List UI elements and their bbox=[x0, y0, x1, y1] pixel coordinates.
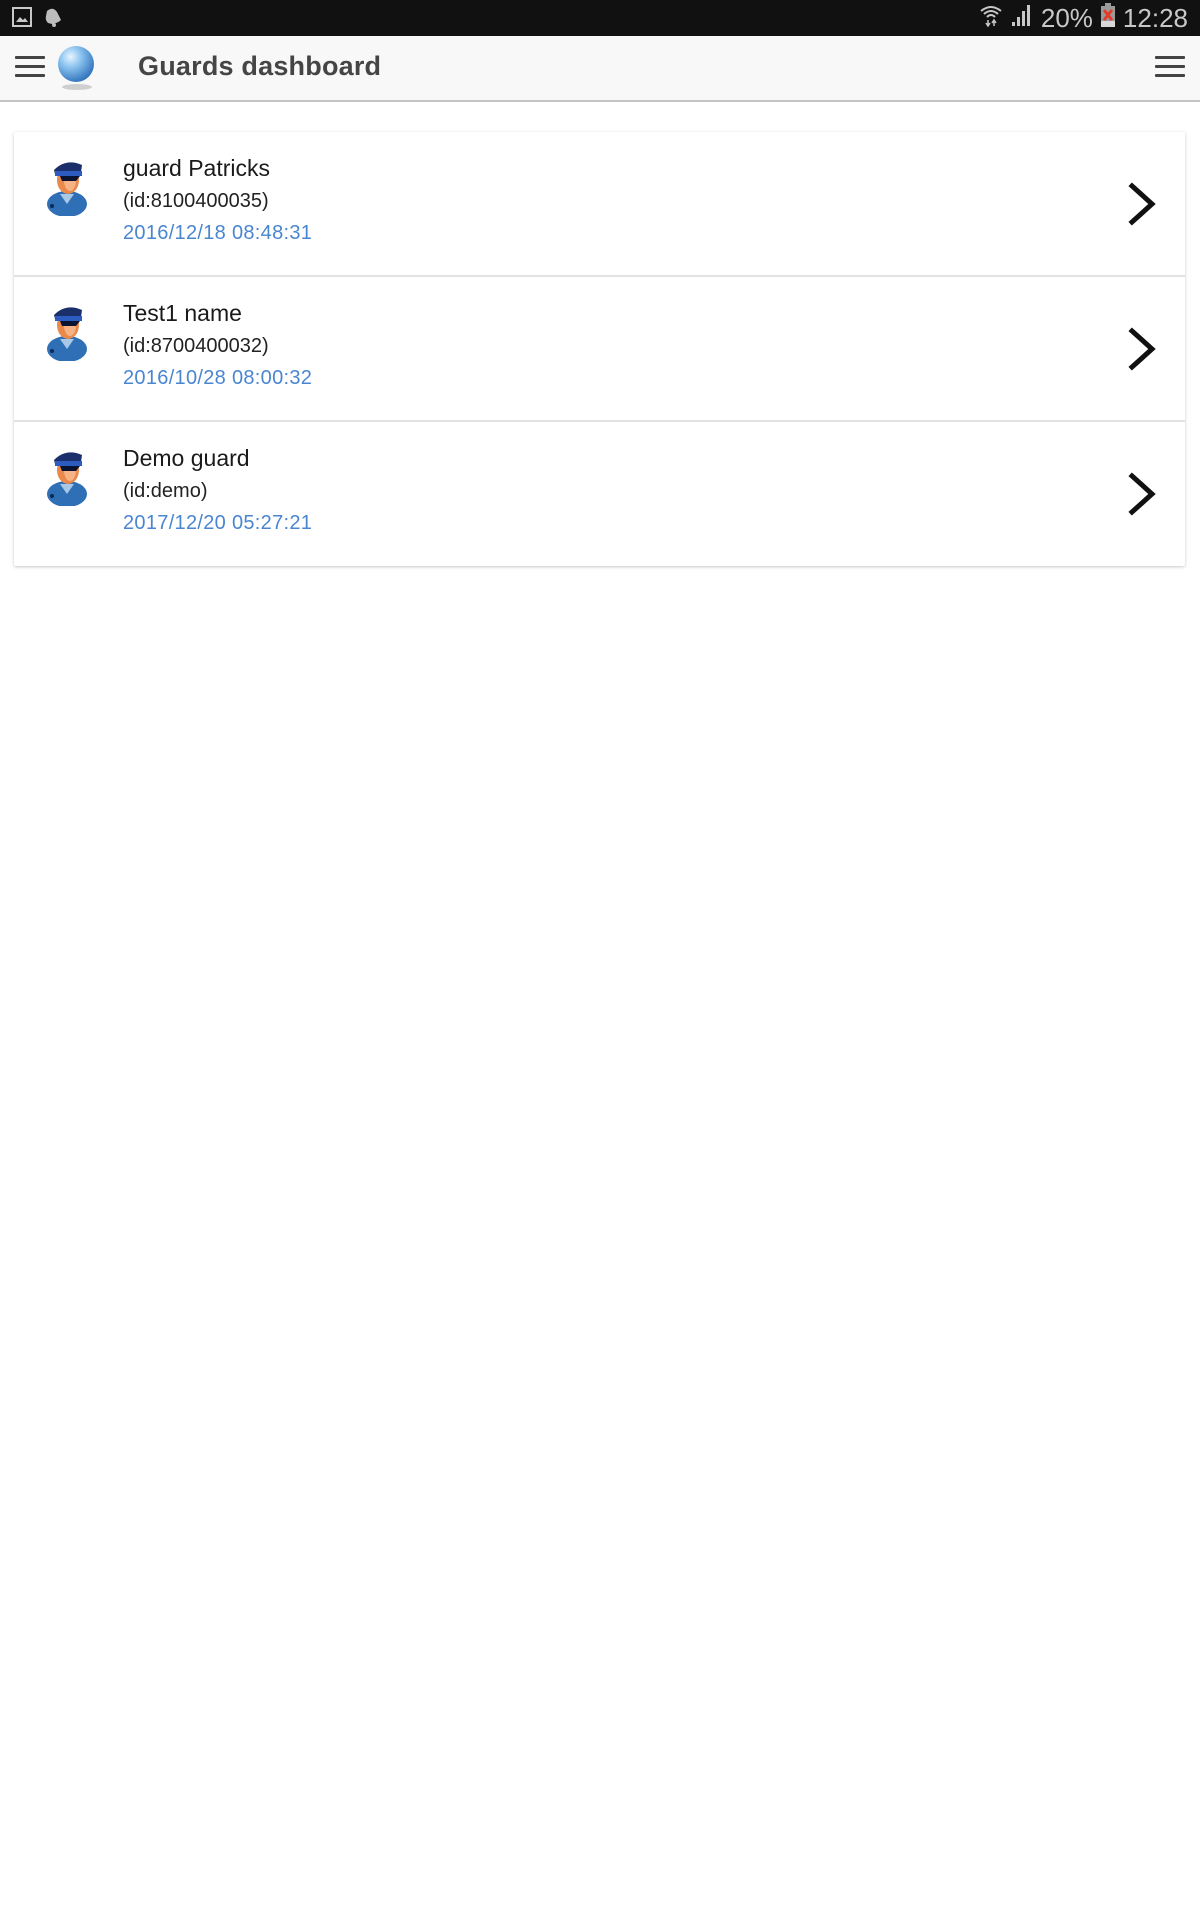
guard-list-item[interactable]: guard Patricks (id:8100400035) 2016/12/1… bbox=[14, 132, 1185, 277]
chevron-right-icon[interactable] bbox=[1127, 472, 1157, 516]
guard-last-seen: 2017/12/20 05:27:21 bbox=[123, 512, 313, 534]
guard-avatar-icon bbox=[46, 156, 88, 217]
guard-id: (id:8700400032) bbox=[123, 335, 269, 357]
guard-id: (id:8100400035) bbox=[123, 190, 269, 212]
clock: 12:28 bbox=[1122, 2, 1188, 33]
battery-percent: 20% bbox=[1040, 2, 1093, 33]
guard-id: (id:demo) bbox=[123, 480, 208, 502]
chevron-right-icon[interactable] bbox=[1127, 327, 1157, 371]
notification-bell-icon bbox=[42, 6, 64, 33]
page-title: Guards dashboard bbox=[138, 51, 382, 81]
battery-icon bbox=[1100, 2, 1115, 34]
app-bar: Guards dashboard bbox=[0, 36, 1200, 102]
guard-name: Test1 name bbox=[123, 300, 242, 326]
guard-avatar-icon bbox=[46, 301, 88, 362]
image-icon bbox=[12, 7, 32, 32]
guard-last-seen: 2016/12/18 08:48:31 bbox=[123, 222, 313, 244]
signal-icon bbox=[1011, 3, 1033, 34]
status-bar: 20% 12:28 bbox=[0, 0, 1200, 36]
guards-list: guard Patricks (id:8100400035) 2016/12/1… bbox=[14, 132, 1185, 566]
menu-icon[interactable] bbox=[15, 56, 45, 78]
guard-name: guard Patricks bbox=[123, 155, 271, 181]
wifi-icon bbox=[979, 3, 1003, 34]
globe-logo-shadow bbox=[62, 84, 92, 90]
guard-last-seen: 2016/10/28 08:00:32 bbox=[123, 367, 313, 389]
guard-name: Demo guard bbox=[123, 445, 250, 471]
guard-list-item[interactable]: Test1 name (id:8700400032) 2016/10/28 08… bbox=[14, 277, 1185, 422]
globe-logo-icon bbox=[58, 46, 94, 82]
chevron-right-icon[interactable] bbox=[1127, 182, 1157, 226]
guard-list-item[interactable]: Demo guard (id:demo) 2017/12/20 05:27:21 bbox=[14, 422, 1185, 566]
options-menu-icon[interactable] bbox=[1155, 56, 1185, 78]
guard-avatar-icon bbox=[46, 446, 88, 507]
